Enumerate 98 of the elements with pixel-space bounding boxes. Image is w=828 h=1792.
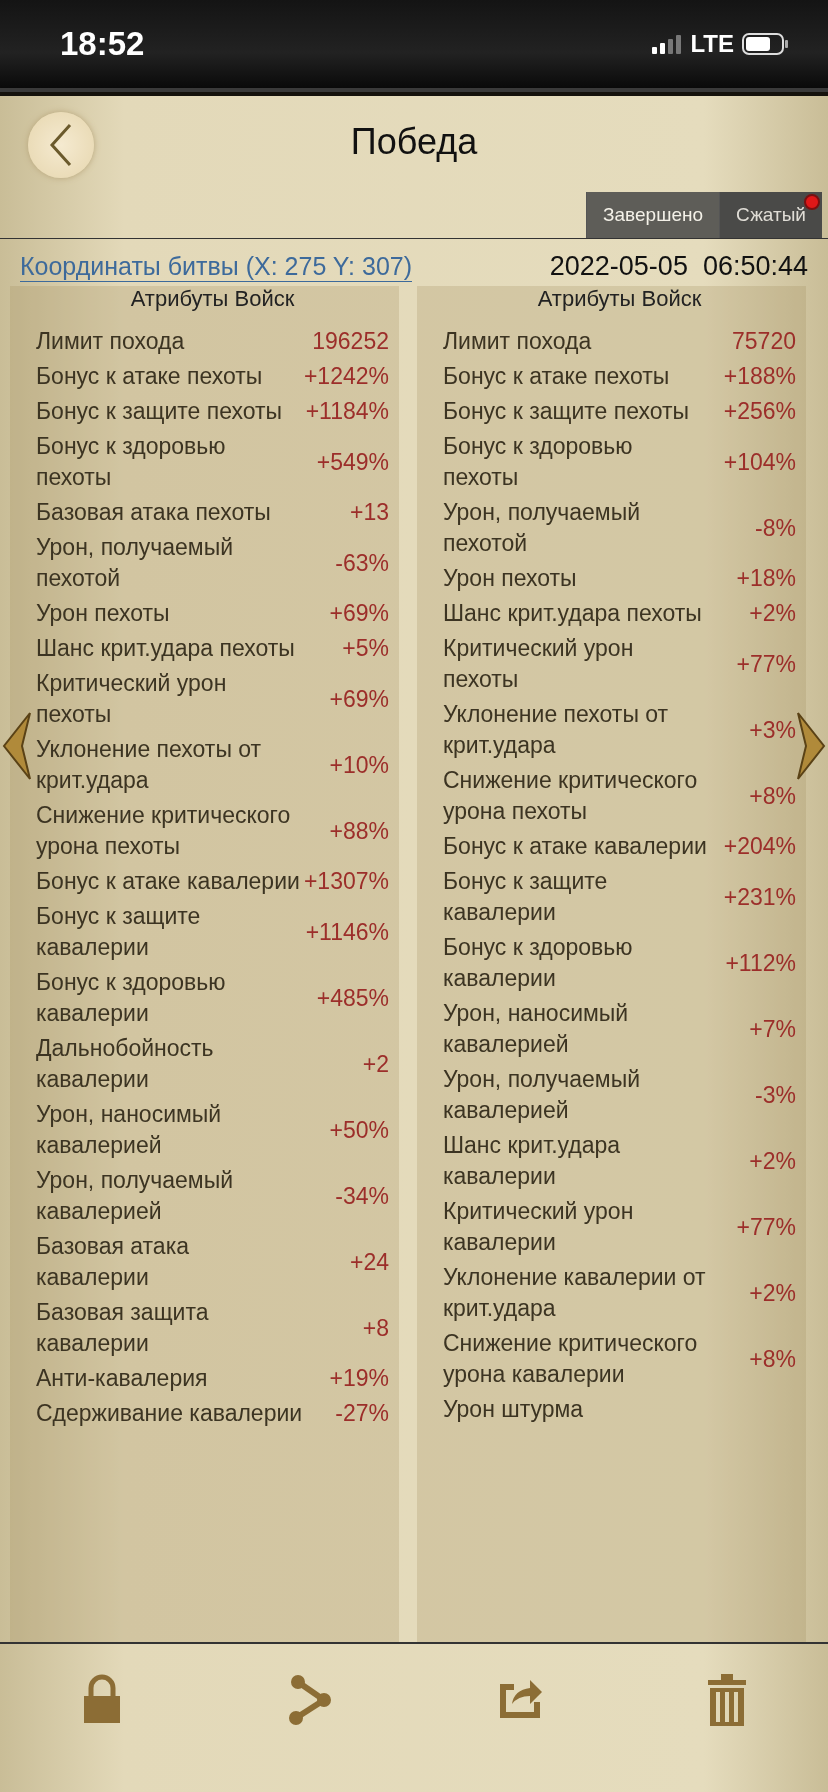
stat-value: +188%: [722, 363, 796, 390]
lock-icon[interactable]: [82, 1674, 122, 1724]
stat-value: 75720: [731, 328, 796, 355]
coordinates-link[interactable]: Координаты битвы (X: 275 Y: 307): [20, 251, 413, 282]
next-arrow-icon[interactable]: [794, 711, 828, 781]
stat-value: +69%: [328, 685, 389, 713]
stat-value: -34%: [334, 1182, 389, 1210]
stat-label: Шанс крит.удара пехоты: [443, 599, 703, 628]
stat-value: +10%: [328, 751, 389, 779]
signal-icon: [652, 34, 683, 54]
stat-value: +18%: [735, 565, 796, 592]
stat-label: Базовая защита кавалерии: [36, 1298, 210, 1358]
stat-label: Снижение критического урона пехоты: [36, 801, 292, 861]
stat-value: +231%: [722, 883, 796, 911]
page-title: Победа: [350, 121, 478, 163]
stat-value: +112%: [724, 949, 796, 977]
stat-value: +13: [349, 499, 389, 526]
stat-label: Критический урон пехоты: [443, 634, 635, 694]
stat-label: Бонус к атаке кавалерии: [36, 867, 300, 896]
stat-value: +88%: [328, 817, 389, 845]
stat-value: -27%: [334, 1400, 389, 1427]
clock: 18:52: [60, 25, 145, 63]
stat-label: Урон, получаемый пехотой: [36, 533, 235, 593]
panel-heading: Атрибуты Войск: [129, 286, 296, 312]
stat-value: +8: [361, 1314, 389, 1342]
stat-label: Шанс крит.удара кавалерии: [443, 1131, 622, 1191]
stat-label: Урон, получаемый кавалерией: [36, 1166, 235, 1226]
network-label: LTE: [690, 30, 734, 58]
stat-label: Базовая атака пехоты: [36, 498, 272, 527]
stat-value: +77%: [735, 650, 796, 678]
stat-label: Бонус к защите кавалерии: [443, 867, 609, 927]
stat-value: -3%: [754, 1081, 796, 1109]
panel-heading: Атрибуты Войск: [536, 286, 703, 312]
view-tab[interactable]: Сжатый: [719, 192, 822, 238]
stat-label: Уклонение пехоты от крит.удара: [443, 700, 670, 760]
battery-icon: [742, 33, 788, 55]
stat-value: +5%: [341, 635, 389, 662]
stat-label: Лимит похода: [36, 327, 186, 356]
stat-value: +69%: [328, 600, 389, 627]
stat-label: Критический урон кавалерии: [443, 1197, 635, 1257]
stat-value: +77%: [735, 1213, 796, 1241]
stat-label: Бонус к защите пехоты: [36, 397, 284, 426]
stat-label: Снижение критического урона кавалерии: [443, 1329, 699, 1389]
stat-label: Сдерживание кавалерии: [36, 1399, 304, 1428]
stat-label: Урон пехоты: [36, 599, 171, 628]
view-tab[interactable]: Завершено: [586, 192, 719, 238]
stat-value: 196252: [311, 328, 389, 355]
stat-value: +256%: [722, 398, 796, 425]
battle-datetime: 2022-05-05 06:50:44: [549, 251, 808, 282]
stat-label: Дальнобойность кавалерии: [36, 1034, 215, 1094]
stat-value: +1146%: [305, 918, 389, 946]
stat-value: +8%: [748, 1345, 796, 1373]
stat-value: +50%: [328, 1116, 389, 1144]
stat-label: Лимит похода: [443, 327, 593, 356]
stat-value: +485%: [315, 984, 389, 1012]
stat-label: Урон, наносимый кавалерией: [36, 1100, 223, 1160]
stat-label: Анти-кавалерия: [36, 1364, 209, 1393]
stat-label: Бонус к защите пехоты: [443, 397, 691, 426]
previous-arrow-icon[interactable]: [0, 711, 34, 781]
stat-label: Бонус к здоровью пехоты: [443, 432, 634, 492]
stat-label: Уклонение кавалерии от крит.удара: [443, 1263, 707, 1323]
stat-value: +2%: [748, 1147, 796, 1175]
trash-icon[interactable]: [708, 1674, 746, 1726]
stat-value: +2%: [748, 1279, 796, 1307]
stat-label: Уклонение пехоты от крит.удара: [36, 735, 263, 795]
stat-value: +1184%: [305, 398, 389, 425]
stat-value: +7%: [748, 1015, 796, 1043]
stat-value: -8%: [754, 514, 796, 542]
stat-label: Урон, получаемый пехотой: [443, 498, 642, 558]
stat-label: Бонус к атаке пехоты: [36, 362, 264, 391]
stat-value: +1307%: [303, 868, 389, 895]
stat-label: Бонус к атаке кавалерии: [443, 832, 708, 861]
stat-label: Бонус к здоровью кавалерии: [443, 933, 634, 993]
stat-value: +19%: [328, 1365, 389, 1392]
stat-label: Урон пехоты: [443, 564, 578, 593]
stat-value: +3%: [748, 716, 796, 744]
stat-value: +8%: [748, 782, 796, 810]
back-button[interactable]: [28, 112, 94, 178]
stat-value: +2%: [748, 600, 796, 627]
stat-label: Шанс крит.удара пехоты: [36, 634, 296, 663]
stat-value: -63%: [334, 549, 389, 577]
stat-value: +24: [349, 1248, 389, 1276]
stat-value: +1242%: [303, 363, 389, 390]
stat-label: Бонус к здоровью пехоты: [36, 432, 227, 492]
stat-label: Снижение критического урона пехоты: [443, 766, 699, 826]
stat-value: +104%: [722, 448, 796, 476]
stat-value: +549%: [315, 448, 389, 476]
stat-label: Критический урон пехоты: [36, 669, 228, 729]
stat-label: Урон, получаемый кавалерией: [443, 1065, 642, 1125]
share-icon[interactable]: [286, 1674, 334, 1726]
stat-label: Урон, наносимый кавалерией: [443, 999, 630, 1059]
stat-label: Бонус к атаке пехоты: [443, 362, 671, 391]
stat-label: Базовая атака кавалерии: [36, 1232, 190, 1292]
stat-label: Бонус к защите кавалерии: [36, 902, 202, 962]
stat-label: Урон штурма: [443, 1395, 585, 1424]
stat-value: +204%: [722, 833, 796, 860]
stat-value: +2: [361, 1050, 389, 1078]
stat-label: Бонус к здоровью кавалерии: [36, 968, 227, 1028]
